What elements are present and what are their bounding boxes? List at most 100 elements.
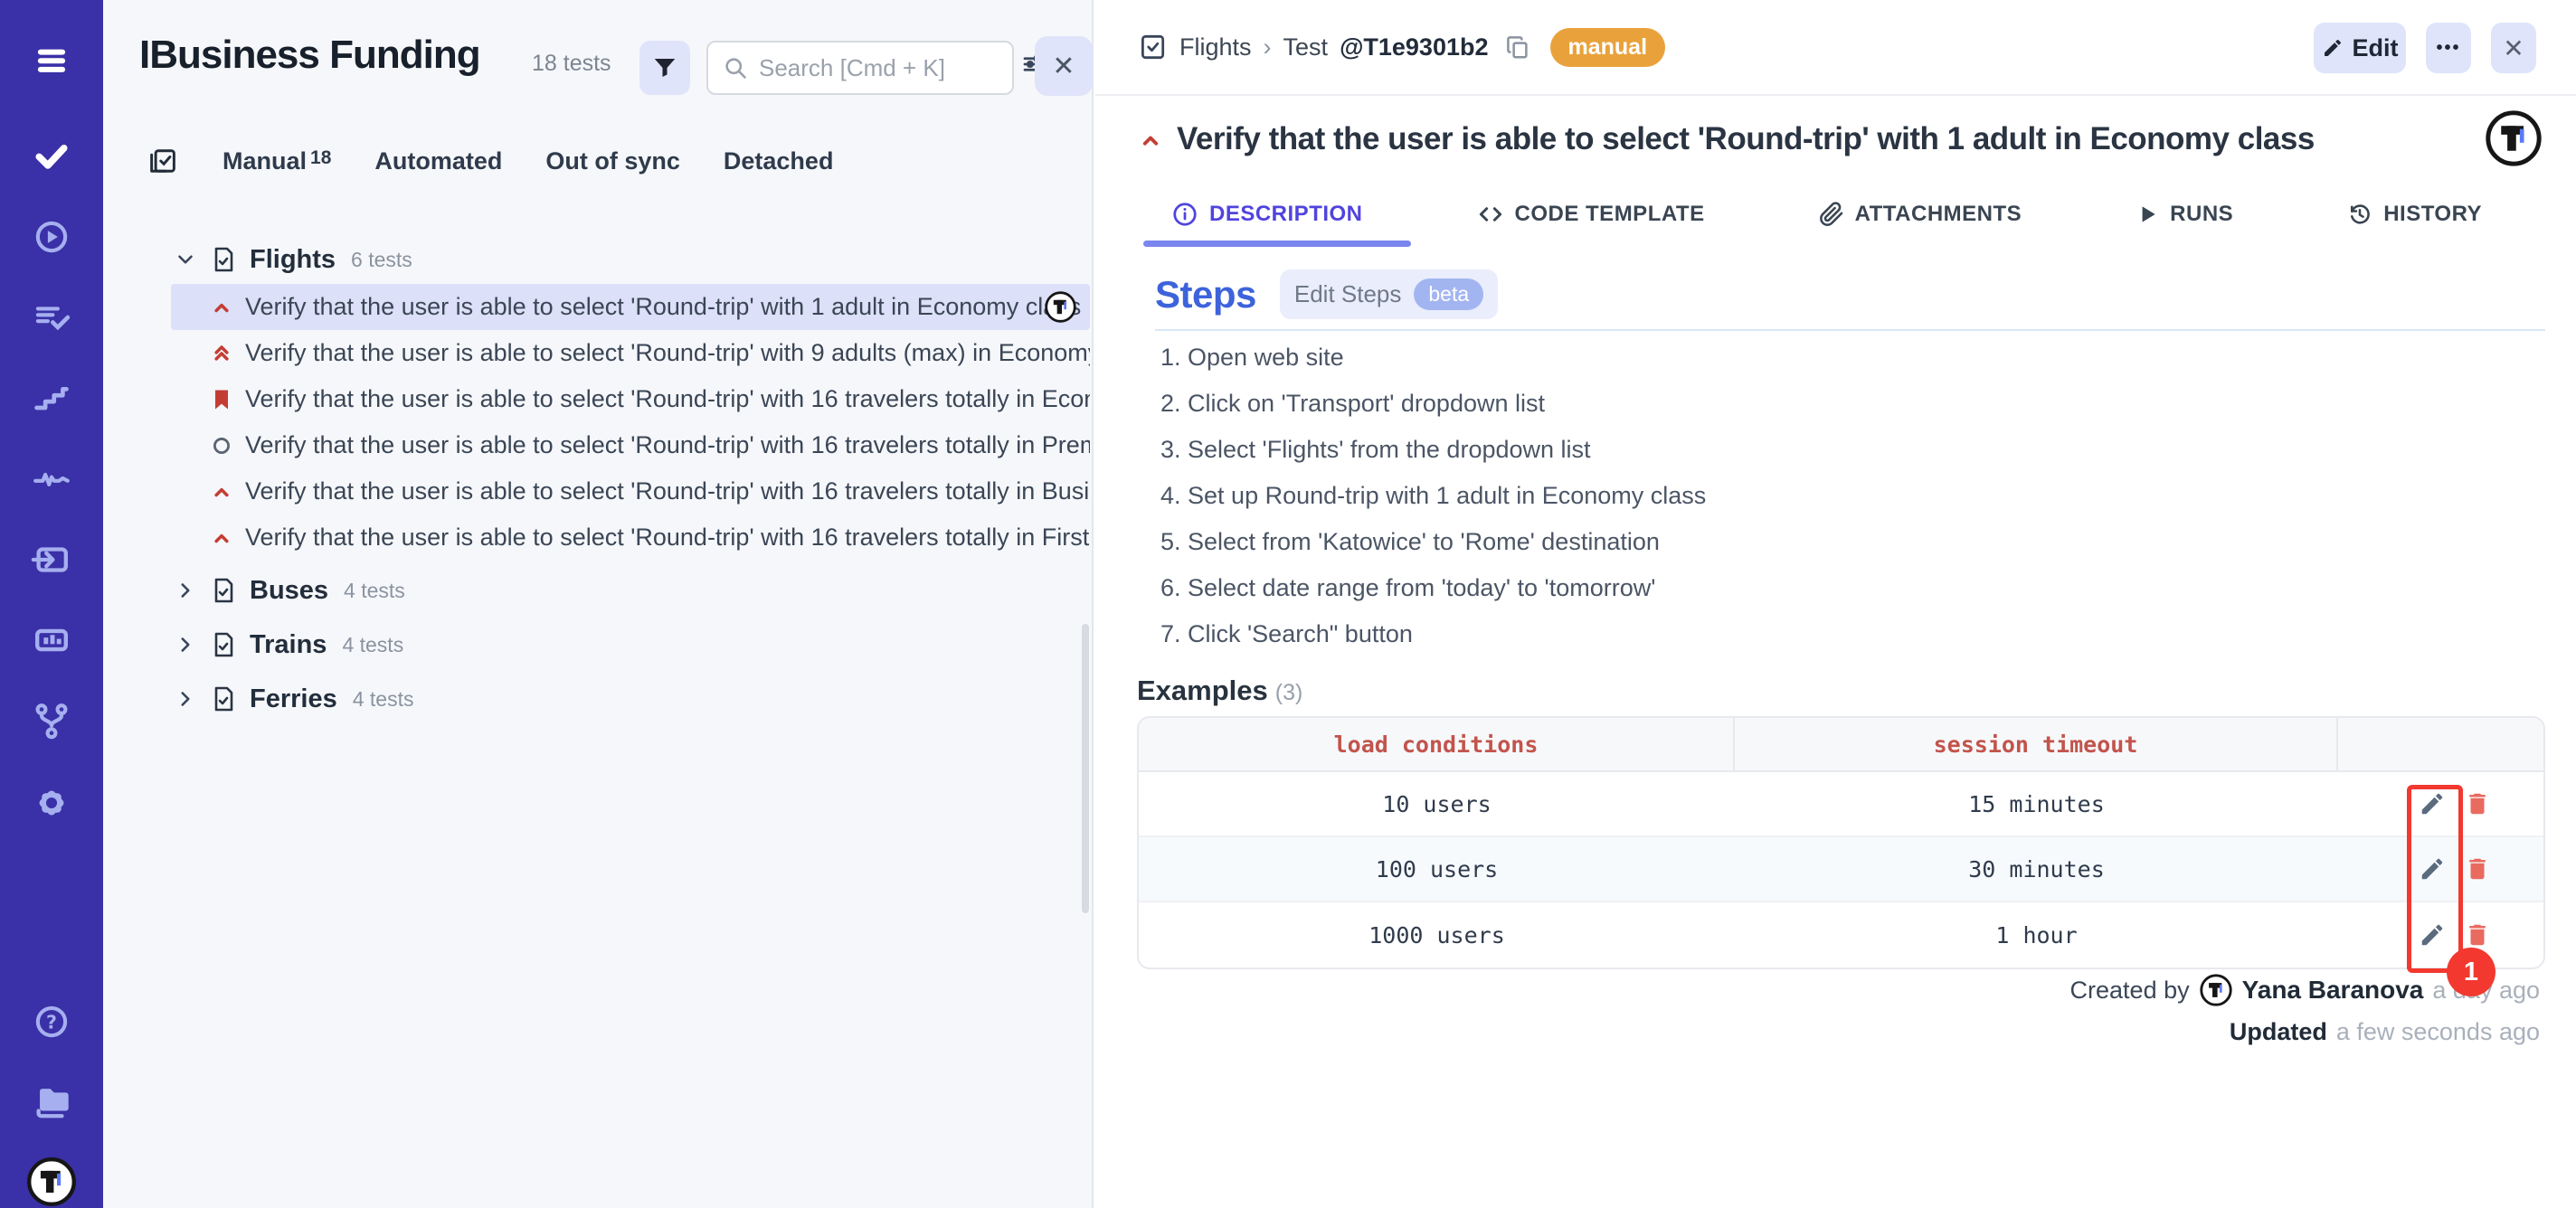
test-row[interactable]: Verify that the user is able to select '… (171, 422, 1090, 468)
icon-rail: ? (0, 0, 103, 1208)
tab-runs[interactable]: RUNS (2136, 201, 2233, 228)
filter-button[interactable] (639, 41, 690, 95)
suite-doc-icon (209, 630, 238, 659)
steps-divider (1155, 329, 2545, 331)
tab-history[interactable]: HISTORY (2347, 201, 2482, 228)
import-icon[interactable] (31, 539, 72, 580)
column-header: session timeout (1735, 718, 2338, 770)
examples-count: (3) (1275, 680, 1303, 705)
header-divider (1095, 94, 2576, 96)
examples-table: load conditions session timeout 10 users… (1137, 716, 2545, 969)
updated-label: Updated (2230, 1018, 2327, 1046)
paperclip-icon (1819, 202, 1844, 227)
reports-chart-icon[interactable] (31, 619, 72, 661)
priority-high-icon (209, 525, 234, 551)
test-title-row: Verify that the user is able to select '… (1137, 119, 2458, 159)
suite-doc-icon (1137, 32, 1168, 62)
tree-group-flights[interactable]: Flights 6 tests (103, 235, 1090, 284)
tree-group-trains[interactable]: Trains 4 tests (103, 620, 1090, 669)
priority-normal-circle-icon (209, 433, 234, 458)
info-icon (1171, 201, 1198, 228)
delete-row-button[interactable] (2464, 921, 2491, 948)
test-row[interactable]: Verify that the user is able to select '… (171, 284, 1090, 330)
test-row[interactable]: Verify that the user is able to select '… (171, 330, 1090, 376)
step-item: 6. Select date range from 'today' to 'to… (1160, 565, 1706, 611)
tree-group-buses[interactable]: Buses 4 tests (103, 566, 1090, 615)
tests-filter-tabs: Manual18 Automated Out of sync Detached (147, 145, 833, 177)
scrollbar-thumb[interactable] (1082, 624, 1089, 913)
tree-group-ferries[interactable]: Ferries 4 tests (103, 675, 1090, 723)
test-owner-logo (1044, 290, 1077, 324)
history-icon (2347, 202, 2372, 227)
breadcrumb-group[interactable]: Flights (1179, 33, 1252, 61)
tab-out-of-sync[interactable]: Out of sync (545, 147, 680, 175)
milestones-steps-icon[interactable] (31, 377, 72, 419)
step-item: 2. Click on 'Transport' dropdown list (1160, 381, 1706, 427)
bulk-select-icon[interactable] (147, 145, 179, 177)
priority-critical-bookmark-icon (209, 387, 234, 412)
tests-tree: Flights 6 tests Verify that the user is … (103, 235, 1090, 723)
updated-ago: a few seconds ago (2336, 1018, 2540, 1046)
tab-automated[interactable]: Automated (374, 147, 502, 175)
tab-code-template[interactable]: CODE TEMPLATE (1477, 201, 1705, 228)
tab-detached[interactable]: Detached (724, 147, 834, 175)
examples-heading: Examples(3) (1137, 675, 1302, 707)
step-item: 7. Click 'Search" button (1160, 611, 1706, 657)
copy-icon[interactable] (1504, 33, 1531, 61)
annotation-badge: 1 (2447, 948, 2496, 996)
priority-high-icon (209, 479, 234, 505)
step-item: 4. Set up Round-trip with 1 adult in Eco… (1160, 473, 1706, 519)
settings-gear-icon[interactable] (31, 782, 72, 824)
test-detail-panel: Flights › Test @T1e9301b2 manual Edit ••… (1095, 0, 2576, 1208)
example-row: 100 users 30 minutes (1139, 837, 2543, 902)
testomat-logo[interactable] (25, 1156, 78, 1208)
search-input[interactable] (759, 54, 998, 82)
tests-count: 18 tests (532, 51, 611, 77)
tab-description[interactable]: DESCRIPTION (1171, 201, 1363, 228)
detail-tabs: DESCRIPTION CODE TEMPLATE ATTACHMENTS RU… (1171, 201, 2482, 228)
test-row[interactable]: Verify that the user is able to select '… (171, 468, 1090, 514)
priority-high-icon (209, 295, 234, 320)
annotation-rectangle (2407, 785, 2463, 973)
funnel-icon (651, 54, 678, 81)
delete-row-button[interactable] (2464, 790, 2491, 817)
search-box[interactable] (706, 41, 1014, 95)
code-icon (1477, 201, 1504, 228)
test-row[interactable]: Verify that the user is able to select '… (171, 376, 1090, 422)
activity-pulse-icon[interactable] (31, 458, 72, 499)
test-plans-icon[interactable] (31, 297, 72, 338)
steps-header: Steps Edit Steps beta (1155, 269, 1498, 319)
edit-steps-button[interactable]: Edit Steps beta (1280, 269, 1498, 319)
svg-text:?: ? (46, 1012, 57, 1033)
chevron-right-icon[interactable] (174, 687, 197, 711)
tab-attachments[interactable]: ATTACHMENTS (1819, 201, 2022, 228)
edit-button[interactable]: Edit (2314, 23, 2406, 73)
chevron-right-icon[interactable] (174, 579, 197, 602)
close-detail-button[interactable]: ✕ (2491, 23, 2536, 73)
steps-heading: Steps (1155, 273, 1256, 316)
project-title: IBusiness Funding (139, 33, 480, 78)
tests-panel: IBusiness Funding 18 tests ✕ Manual18 Au… (103, 0, 1094, 1208)
delete-row-button[interactable] (2464, 855, 2491, 882)
step-item: 1. Open web site (1160, 335, 1706, 381)
chevron-right-icon[interactable] (174, 633, 197, 656)
panel-close-button[interactable]: ✕ (1035, 36, 1093, 96)
projects-folder-icon[interactable] (31, 1080, 72, 1121)
breadcrumb-separator: › (1264, 33, 1272, 61)
more-button[interactable]: ••• (2426, 23, 2471, 73)
tests-check-icon[interactable] (31, 135, 72, 176)
examples-header-row: load conditions session timeout (1139, 718, 2543, 772)
runs-play-icon[interactable] (31, 216, 72, 258)
chevron-down-icon[interactable] (174, 248, 197, 271)
help-icon[interactable]: ? (31, 1001, 72, 1043)
test-row[interactable]: Verify that the user is able to select '… (171, 514, 1090, 561)
menu-icon[interactable] (31, 40, 72, 81)
branch-icon[interactable] (31, 700, 72, 741)
testomat-logo (2484, 109, 2543, 168)
search-icon (723, 55, 748, 80)
play-icon (2136, 203, 2159, 226)
column-header-actions (2338, 718, 2543, 770)
active-tab-underline (1143, 241, 1411, 247)
steps-list: 1. Open web site 2. Click on 'Transport'… (1160, 335, 1706, 657)
tab-manual[interactable]: Manual18 (223, 147, 331, 175)
